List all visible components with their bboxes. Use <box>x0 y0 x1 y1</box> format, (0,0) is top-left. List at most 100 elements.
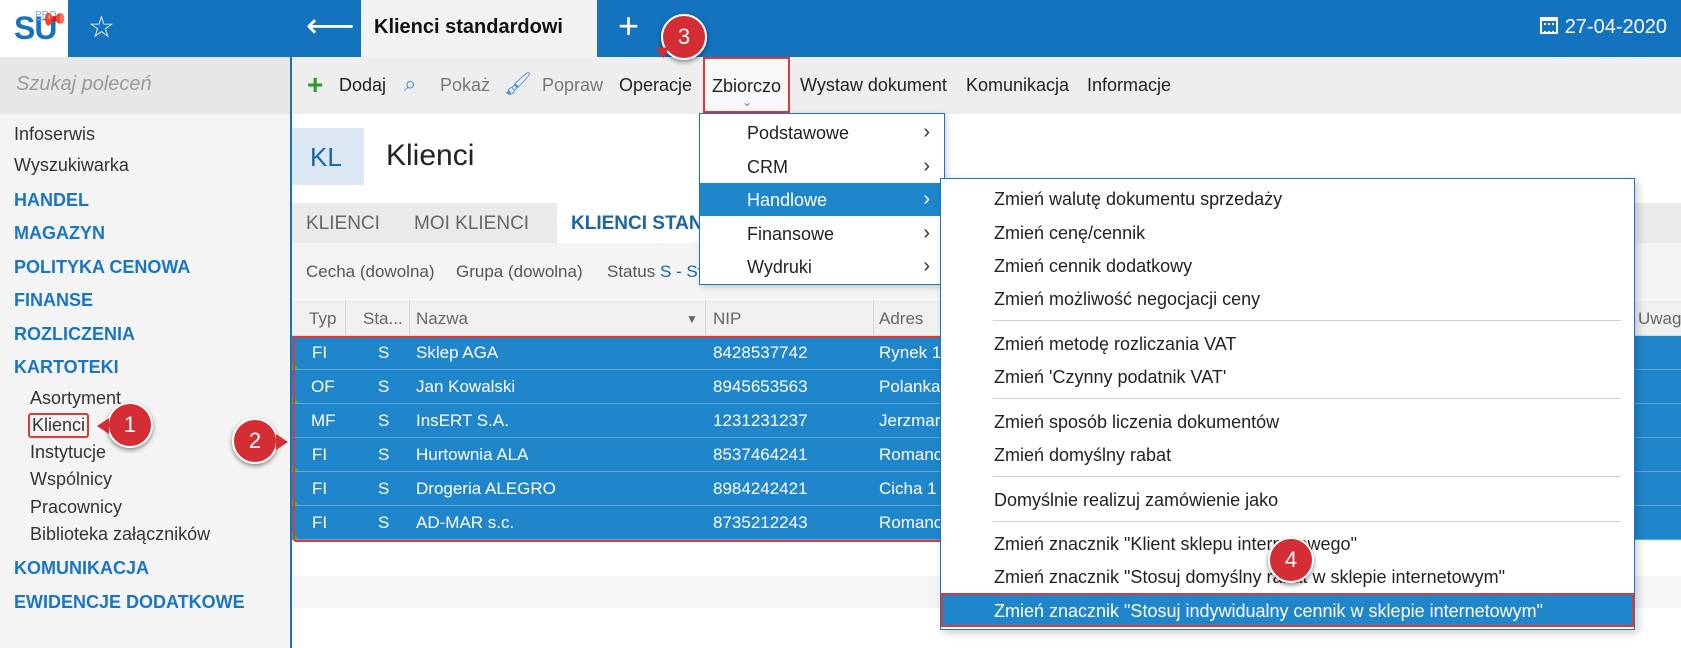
step-callout-4: 4 <box>1268 537 1314 583</box>
tab-title: Klienci standardowi <box>374 16 563 38</box>
row-marker <box>292 532 299 539</box>
cell-adres: Jerzmar <box>879 411 941 430</box>
bulk-label: Zbiorczo <box>712 76 782 96</box>
sidebar-section-komunikacja[interactable]: KOMUNIKACJA <box>14 558 149 579</box>
col-nip[interactable]: NIP <box>713 309 741 329</box>
chevron-right-icon: › <box>923 222 930 244</box>
communication-button[interactable]: Komunikacja <box>966 75 1069 96</box>
submenu-item[interactable]: Zmień walutę dokumentu sprzedaży <box>994 189 1282 210</box>
sort-down-icon[interactable]: ▼ <box>686 312 698 326</box>
sidebar-section-magazyn[interactable]: MAGAZYN <box>14 223 105 244</box>
sidebar-item-pracownicy[interactable]: Pracownicy <box>30 497 122 518</box>
menu-item-handlowe[interactable]: Handlowe › <box>700 183 944 216</box>
brush-icon[interactable]: 🖌 <box>504 71 532 97</box>
sidebar-section-kartoteki[interactable]: KARTOTEKI <box>14 357 119 378</box>
date-text: 27-04-2020 <box>1564 16 1667 38</box>
col-adres[interactable]: Adres <box>879 309 923 329</box>
col-nazwa[interactable]: Nazwa <box>416 309 468 329</box>
cell-adres: Romanc <box>879 513 943 532</box>
module-badge-text: KL <box>310 142 342 172</box>
menu-item-finansowe[interactable]: Finansowe › <box>700 217 944 250</box>
cell-typ: FI <box>312 479 328 498</box>
submenu-item[interactable]: Zmień sposób liczenia dokumentów <box>994 412 1279 433</box>
submenu-item[interactable]: Zmień znacznik "Stosuj domyślny rabat w … <box>994 567 1505 588</box>
submenu-item[interactable]: Zmień możliwość negocjacji ceny <box>994 289 1260 310</box>
submenu-item[interactable]: Zmień domyślny rabat <box>994 445 1171 466</box>
cell-typ: FI <box>312 445 328 464</box>
sidebar-section-ewidencje[interactable]: EWIDENCJE DODATKOWE <box>14 592 245 613</box>
col-separator <box>409 300 410 336</box>
filter-status[interactable]: Status S - St <box>607 262 702 282</box>
sidebar-section-polityka-cenowa[interactable]: POLITYKA CENOWA <box>14 257 190 278</box>
edit-button[interactable]: Popraw <box>542 75 603 96</box>
cell-status: S <box>378 479 390 498</box>
submenu-item[interactable]: Zmień metodę rozliczania VAT <box>994 334 1236 355</box>
submenu-item-highlighted[interactable]: Zmień znacznik "Stosuj indywidualny cenn… <box>941 593 1634 627</box>
cell-status: S <box>378 377 390 396</box>
date-display[interactable]: 27-04-2020 <box>1539 16 1667 39</box>
submenu-item[interactable]: Zmień 'Czynny podatnik VAT' <box>994 367 1226 388</box>
cell-status: S <box>378 513 390 532</box>
menu-divider <box>993 320 1621 321</box>
sidebar-item-infoserwis[interactable]: Infoserwis <box>14 124 95 145</box>
cell-status: S <box>378 411 390 430</box>
submenu-item[interactable]: Zmień cenę/cennik <box>994 223 1145 244</box>
submenu-item[interactable]: Domyślnie realizuj zamówienie jako <box>994 490 1278 511</box>
sidebar-section-finanse[interactable]: FINANSE <box>14 290 93 311</box>
calendar-icon <box>1539 17 1558 34</box>
row-marker <box>292 362 299 369</box>
filter-cecha[interactable]: Cecha (dowolna) <box>306 262 435 282</box>
col-status[interactable]: Sta... <box>363 309 403 329</box>
bulk-button[interactable]: Zbiorczo ⌄ <box>703 57 790 113</box>
step-callout-2: 2 <box>232 418 288 464</box>
menu-divider <box>993 476 1621 477</box>
cell-typ: OF <box>311 377 335 396</box>
sidebar-item-biblioteka[interactable]: Biblioteka załączników <box>30 524 210 545</box>
add-button[interactable]: Dodaj <box>339 75 386 96</box>
tab-moi-klienci[interactable]: MOI KLIENCI <box>414 213 529 235</box>
tab-klienci-standardowi[interactable]: Klienci standardowi <box>361 0 597 57</box>
cell-status: S <box>378 445 390 464</box>
back-arrow-icon[interactable]: ⟵ <box>306 6 355 46</box>
col-typ[interactable]: Typ <box>309 309 336 329</box>
menu-item-label: Handlowe <box>747 190 828 210</box>
filter-status-value: S - St <box>659 262 703 281</box>
cell-nip: 8984242421 <box>713 479 808 498</box>
col-uwagi[interactable]: Uwag <box>1638 309 1681 329</box>
issue-document-button[interactable]: Wystaw dokument <box>800 75 947 96</box>
operations-button[interactable]: Operacje <box>619 75 692 96</box>
command-search[interactable]: Szukaj poleceń 📌 <box>0 3 290 114</box>
chevron-right-icon: › <box>923 155 930 177</box>
show-button[interactable]: Pokaż <box>440 75 490 96</box>
menu-divider <box>993 521 1621 522</box>
filter-grupa[interactable]: Grupa (dowolna) <box>456 262 583 282</box>
tab-active-label: KLIENCI STAN <box>571 213 703 234</box>
menu-item-label: Finansowe <box>747 224 835 244</box>
submenu-item[interactable]: Zmień cennik dodatkowy <box>994 256 1192 277</box>
sidebar-item-wyszukiwarka[interactable]: Wyszukiwarka <box>14 155 129 176</box>
row-marker <box>292 396 299 403</box>
col-separator <box>345 300 346 336</box>
col-separator <box>873 300 874 336</box>
col-separator <box>705 300 706 336</box>
sidebar-item-wspolnicy[interactable]: Wspólnicy <box>30 469 112 490</box>
info-button[interactable]: Informacje <box>1087 75 1171 96</box>
sidebar-item-asortyment[interactable]: Asortyment <box>30 388 121 409</box>
menu-divider <box>993 398 1621 399</box>
submenu-item-label: Zmień znacznik "Stosuj indywidualny cenn… <box>994 601 1544 621</box>
filter-status-label: Status <box>607 262 656 281</box>
menu-item-podstawowe[interactable]: Podstawowe › <box>700 116 944 149</box>
add-plus-icon[interactable]: + <box>307 69 323 101</box>
cell-nip: 1231231237 <box>713 411 808 430</box>
new-tab-plus-icon[interactable]: + <box>618 5 639 47</box>
sidebar-item-klienci[interactable]: Klienci <box>28 413 90 438</box>
cell-adres: Romanc <box>879 445 943 464</box>
tab-klienci[interactable]: KLIENCI <box>306 213 380 235</box>
menu-item-crm[interactable]: CRM › <box>700 150 944 183</box>
sidebar-section-handel[interactable]: HANDEL <box>14 190 89 211</box>
menu-item-wydruki[interactable]: Wydruki › <box>700 250 944 283</box>
row-marker <box>292 498 299 505</box>
sidebar-item-instytucje[interactable]: Instytucje <box>30 442 106 463</box>
sidebar-section-rozliczenia[interactable]: ROZLICZENIA <box>14 324 135 345</box>
search-icon[interactable]: ⌕ <box>404 71 416 97</box>
